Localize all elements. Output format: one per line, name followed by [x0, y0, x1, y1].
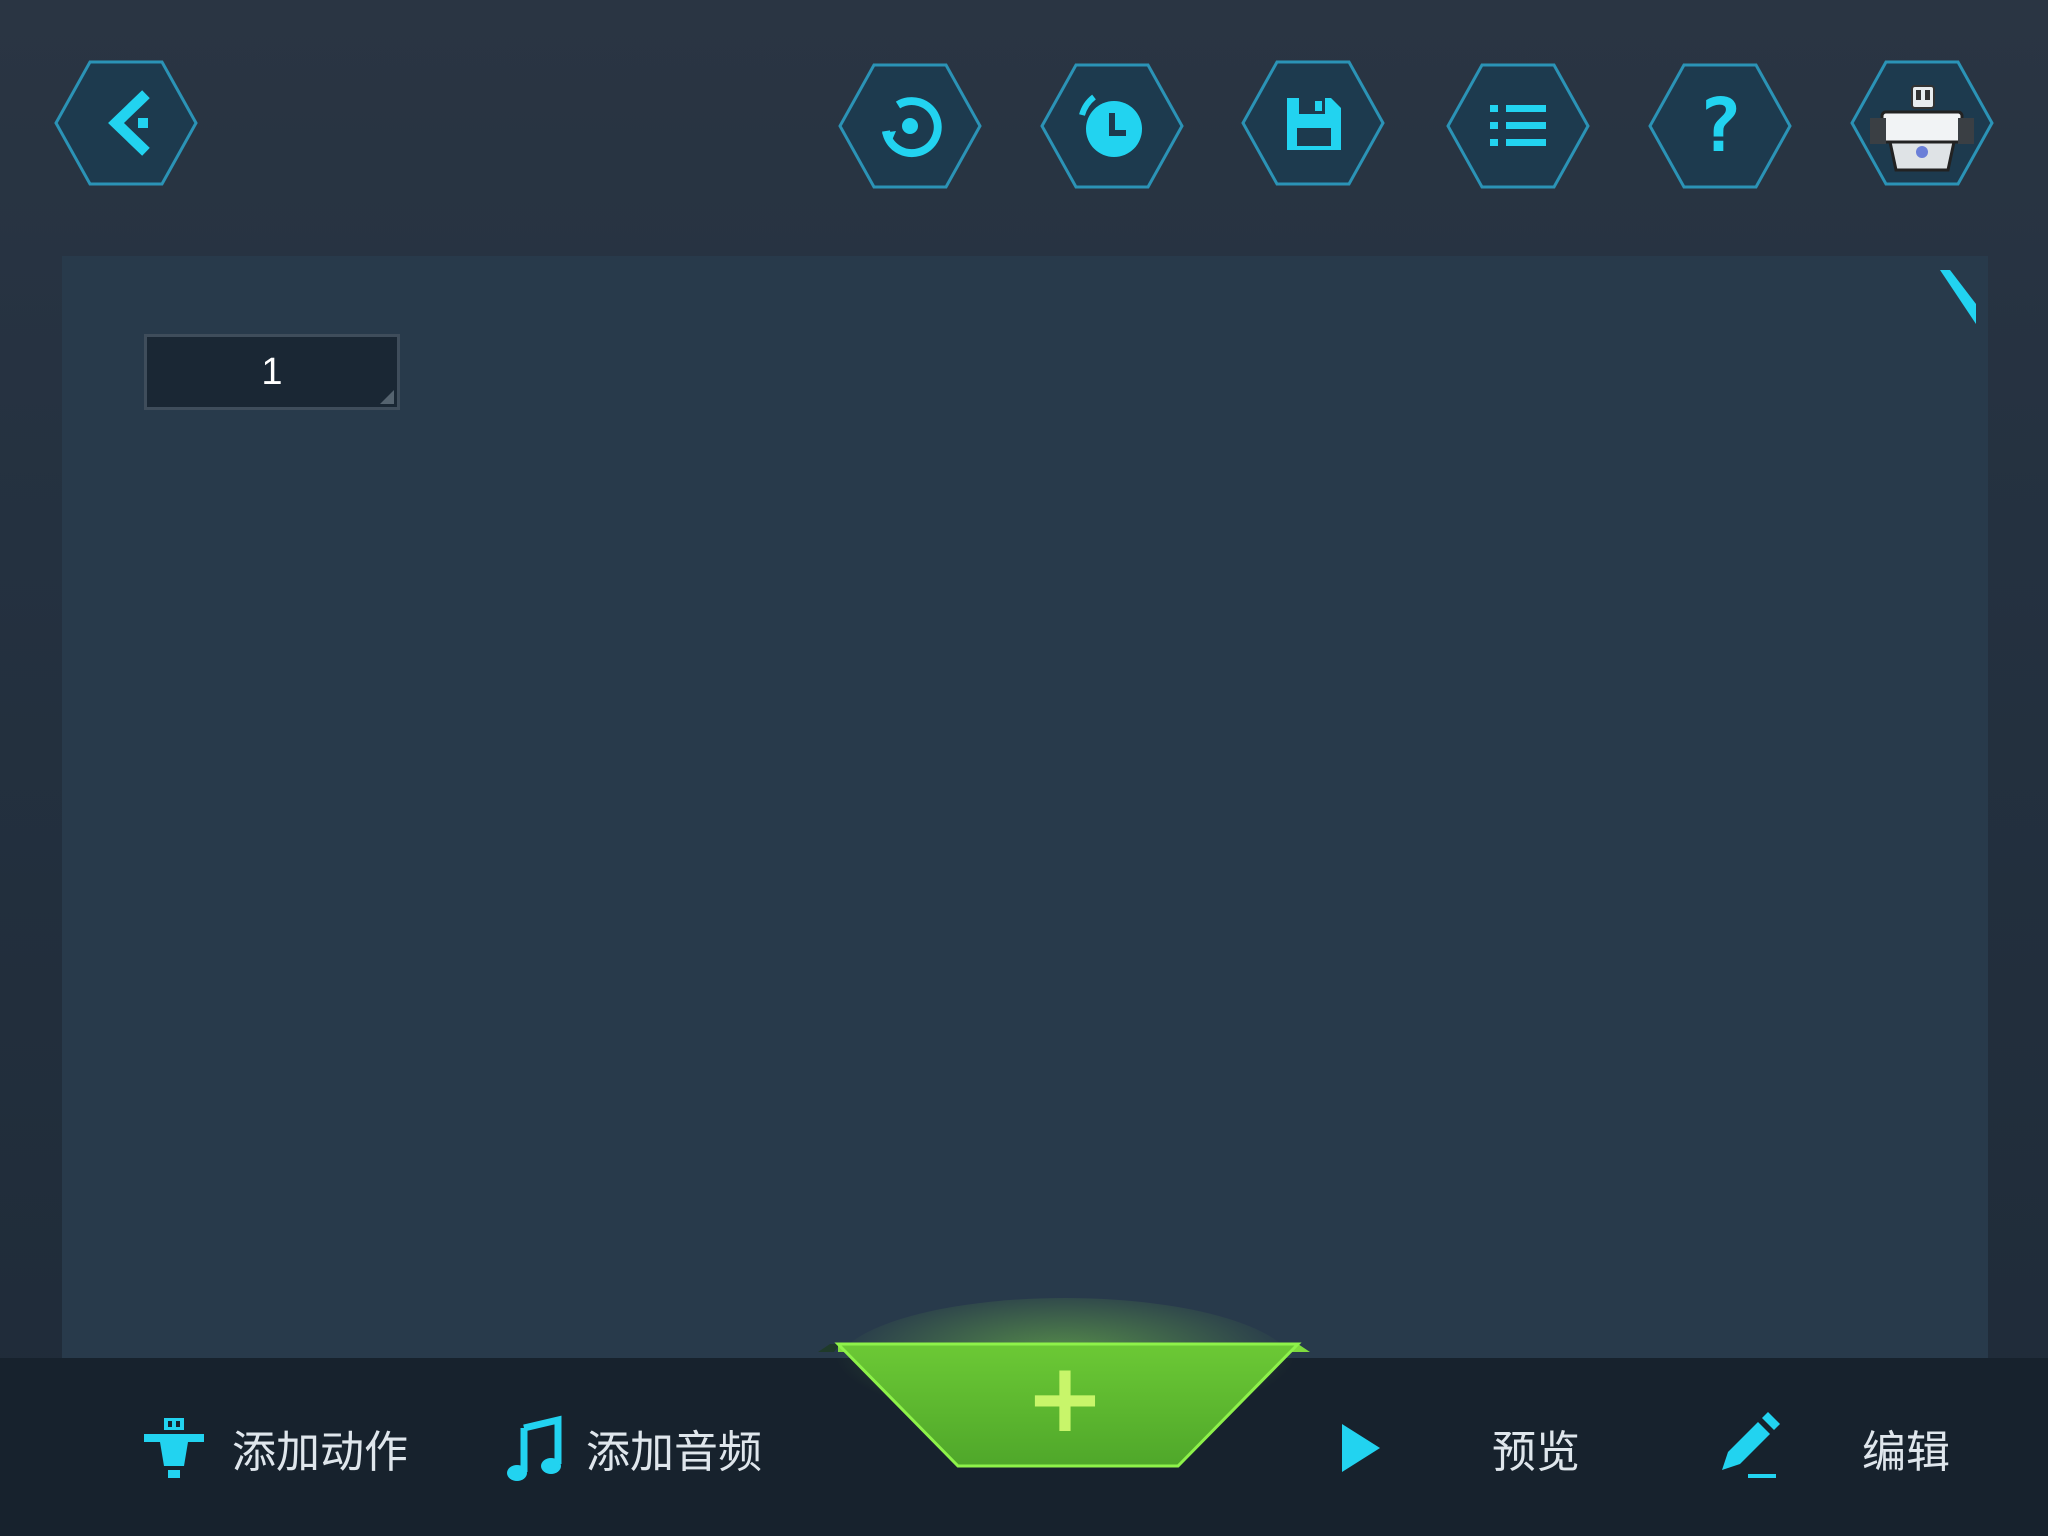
- save-icon: [1287, 98, 1341, 150]
- frame-slot[interactable]: 1: [144, 334, 400, 410]
- robot-button[interactable]: [1850, 58, 1994, 188]
- timer-button[interactable]: [1040, 61, 1184, 191]
- music-note-icon: [507, 1415, 562, 1481]
- robot-action-icon: [144, 1418, 204, 1478]
- app-screen: ? 1 添加动作 添加音频 预览 编辑 +: [0, 0, 2048, 1536]
- preview-button[interactable]: 预览: [1322, 1408, 1612, 1488]
- add-frame-button[interactable]: +: [810, 1290, 1320, 1470]
- corner-accent: [1940, 270, 1976, 324]
- edit-label: 编辑: [1862, 1427, 1950, 1478]
- add-action-label: 添加动作: [232, 1427, 408, 1478]
- pencil-icon: [1722, 1412, 1780, 1478]
- reset-button[interactable]: [838, 61, 982, 191]
- play-icon: [1342, 1424, 1380, 1472]
- plus-glyph: +: [1024, 1342, 1106, 1454]
- frame-corner-tab: [380, 390, 394, 404]
- edit-button[interactable]: 编辑: [1708, 1408, 2008, 1488]
- help-button[interactable]: ?: [1648, 61, 1792, 191]
- timer-icon: [1079, 94, 1142, 157]
- add-audio-label: 添加音频: [586, 1427, 762, 1478]
- help-glyph: ?: [1697, 83, 1743, 169]
- reset-icon: [882, 97, 942, 158]
- plus-icon: +: [810, 1350, 1320, 1446]
- timeline-canvas[interactable]: 1: [62, 256, 1988, 1358]
- frame-number: 1: [261, 350, 283, 393]
- chevron-left-icon: [108, 90, 150, 156]
- back-button[interactable]: [54, 58, 198, 188]
- list-icon: [1490, 105, 1546, 146]
- add-action-button[interactable]: 添加动作: [134, 1408, 408, 1488]
- save-button[interactable]: [1241, 58, 1385, 188]
- preview-label: 预览: [1492, 1427, 1580, 1478]
- help-icon: ?: [1648, 61, 1792, 191]
- robot-avatar: [1870, 85, 1974, 172]
- add-audio-button[interactable]: 添加音频: [496, 1408, 762, 1488]
- list-button[interactable]: [1446, 61, 1590, 191]
